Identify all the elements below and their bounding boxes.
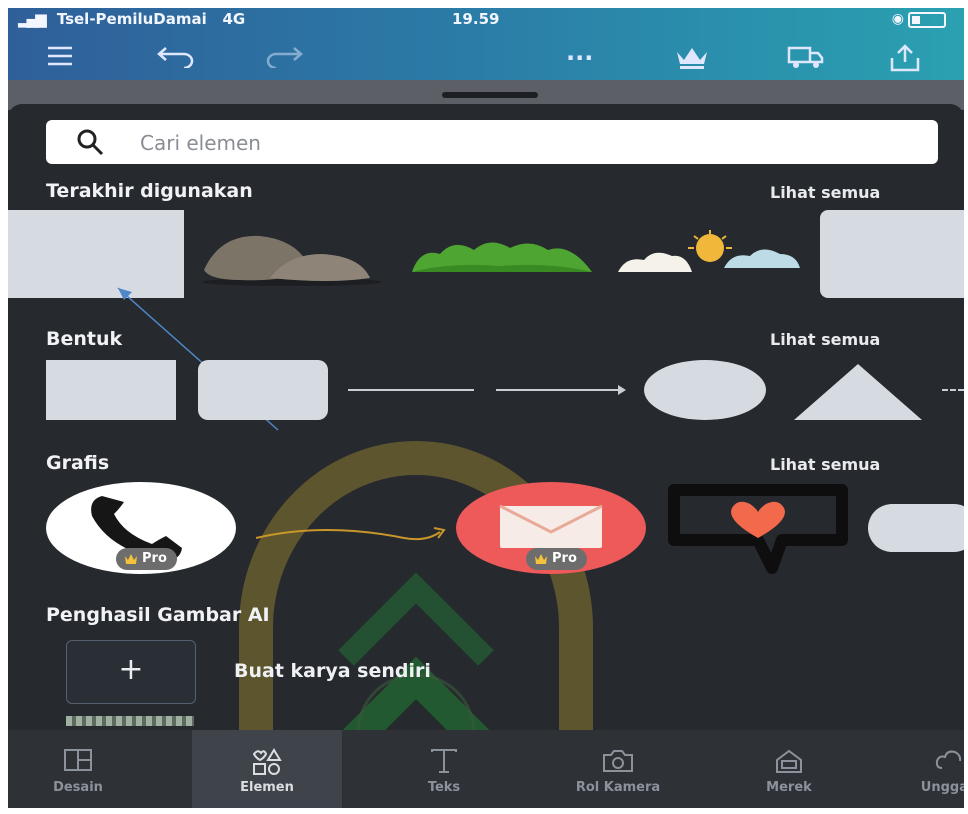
- carrier-info: ▂▄▆ Tsel-PemiluDamai 4G: [18, 10, 245, 28]
- text-icon: [431, 749, 457, 773]
- recent-item-bushes[interactable]: [410, 234, 594, 274]
- network-type: 4G: [222, 10, 246, 28]
- search-icon: [77, 129, 104, 156]
- shape-square[interactable]: [46, 360, 176, 420]
- pro-badge-label: Pro: [142, 551, 167, 566]
- crown-icon[interactable]: [674, 44, 710, 70]
- graphics-section-title: Grafis: [46, 452, 110, 474]
- nav-label: Unggah: [920, 780, 964, 795]
- shapes-section-title: Bentuk: [46, 328, 123, 350]
- shape-circle[interactable]: [644, 360, 766, 420]
- shapes-see-all-link[interactable]: Lihat semua: [770, 330, 880, 349]
- elements-icon: [252, 748, 282, 775]
- nav-label: Desain: [53, 780, 103, 795]
- nav-item-unggah[interactable]: Unggah: [894, 730, 964, 808]
- recent-item-sun-clouds[interactable]: [614, 230, 804, 274]
- undo-icon[interactable]: [156, 44, 196, 68]
- carrier-name: Tsel-PemiluDamai: [56, 10, 207, 28]
- shape-dashed-line[interactable]: [942, 389, 964, 393]
- upload-icon: [935, 750, 962, 769]
- top-app-bar: ▂▄▆ Tsel-PemiluDamai 4G 19.59 ◉ ···: [8, 8, 964, 80]
- crown-icon: [535, 554, 547, 564]
- drag-handle[interactable]: [442, 92, 538, 98]
- nav-label: Teks: [427, 780, 461, 795]
- graphics-see-all-link[interactable]: Lihat semua: [770, 455, 880, 474]
- ai-section-title: Penghasil Gambar AI: [46, 604, 270, 626]
- recent-item-rocks[interactable]: [200, 226, 384, 286]
- nav-label: Elemen: [240, 780, 294, 795]
- share-icon[interactable]: [888, 44, 922, 72]
- search-bar[interactable]: [46, 120, 938, 164]
- shape-arrow-line[interactable]: [496, 382, 628, 398]
- pro-badge: Pro: [526, 548, 587, 570]
- more-icon[interactable]: ···: [566, 44, 593, 72]
- nav-item-desain[interactable]: Desain: [28, 730, 128, 808]
- battery-icon: [908, 12, 946, 28]
- ai-create-button[interactable]: +: [66, 640, 196, 704]
- mail-icon: [499, 504, 603, 548]
- nav-item-elemen[interactable]: Elemen: [192, 730, 342, 808]
- nav-item-merek[interactable]: Merek: [734, 730, 844, 808]
- graphic-arrow-swoosh[interactable]: [254, 516, 450, 546]
- camera-icon: [603, 750, 633, 772]
- recent-see-all-link[interactable]: Lihat semua: [770, 183, 880, 202]
- search-input[interactable]: [138, 128, 902, 158]
- recent-item-rounded-rectangle[interactable]: [820, 210, 964, 298]
- bottom-nav: Desain Elemen Teks Rol Kamera Merek Ungg…: [8, 730, 964, 808]
- graphic-pill-shape[interactable]: [868, 504, 964, 552]
- shape-line[interactable]: [348, 389, 474, 391]
- menu-icon[interactable]: [46, 44, 74, 68]
- plus-icon: +: [118, 652, 144, 687]
- graphic-heart-speech[interactable]: [664, 482, 852, 576]
- nav-item-teks[interactable]: Teks: [394, 730, 494, 808]
- app-screen: ▂▄▆ Tsel-PemiluDamai 4G 19.59 ◉ ··· Cari…: [8, 8, 964, 808]
- nav-label: Merek: [766, 780, 812, 795]
- nav-item-rol-kamera[interactable]: Rol Kamera: [548, 730, 688, 808]
- shape-rounded-square[interactable]: [198, 360, 328, 420]
- location-icon: ◉: [891, 11, 904, 27]
- status-bar: ▂▄▆ Tsel-PemiluDamai 4G 19.59 ◉: [8, 8, 964, 30]
- clock: 19.59: [452, 10, 500, 28]
- nav-label: Rol Kamera: [575, 780, 661, 795]
- redo-icon[interactable]: [264, 44, 304, 68]
- layout-icon: [64, 749, 92, 771]
- truck-icon[interactable]: [786, 44, 824, 70]
- pro-badge: Pro: [116, 548, 177, 570]
- shape-triangle[interactable]: [794, 364, 922, 420]
- recent-section-title: Terakhir digunakan: [46, 180, 253, 202]
- brand-icon: [776, 749, 802, 773]
- pro-badge-label: Pro: [552, 551, 577, 566]
- ai-create-label[interactable]: Buat karya sendiri: [234, 660, 431, 682]
- signal-icon: ▂▄▆: [18, 10, 47, 28]
- ai-thumbnail[interactable]: [66, 716, 194, 726]
- crown-icon: [125, 554, 137, 564]
